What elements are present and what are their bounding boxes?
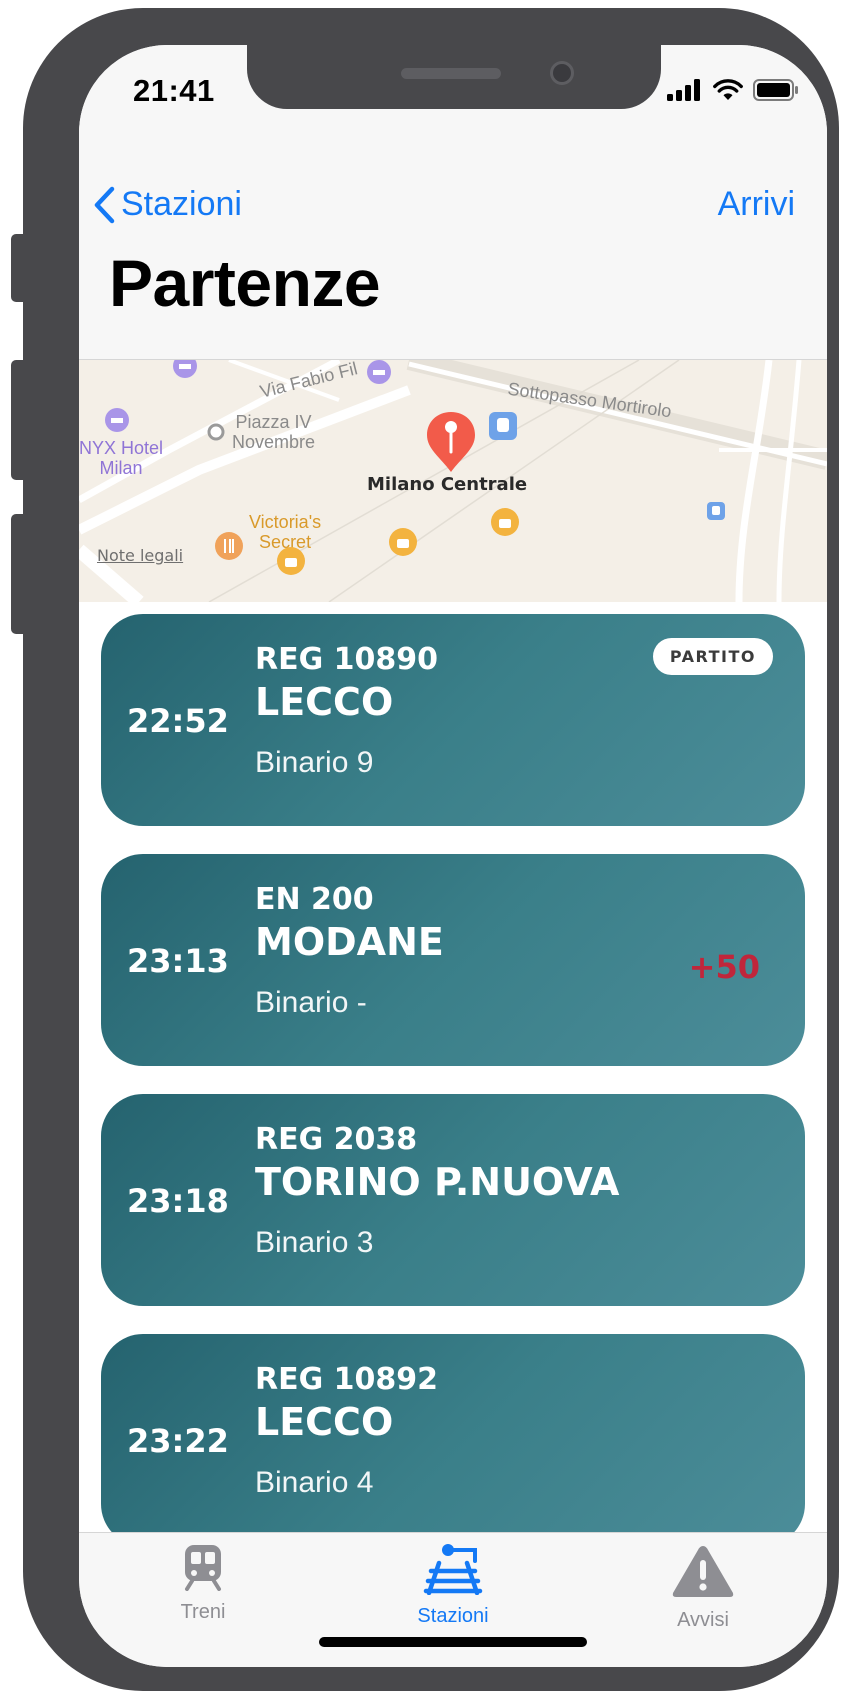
train-code: EN 200 bbox=[255, 882, 374, 917]
battery-icon bbox=[753, 79, 799, 105]
platform: Binario 3 bbox=[255, 1226, 374, 1259]
status-time: 21:41 bbox=[133, 73, 215, 108]
platform: Binario 9 bbox=[255, 746, 374, 779]
hotel-poi-icon bbox=[367, 360, 391, 388]
departure-card[interactable]: 23:13 EN 200 MODANE Binario - +50 bbox=[101, 854, 805, 1066]
screen: 21:41 Stazioni Arrivi Partenze Via Fabio… bbox=[79, 45, 827, 1667]
tab-treni-label: Treni bbox=[180, 1601, 226, 1623]
train-code: REG 10890 bbox=[255, 642, 439, 677]
navigation-bar: Stazioni Arrivi Partenze bbox=[79, 135, 827, 360]
platform: Binario - bbox=[255, 986, 367, 1019]
departure-card[interactable]: 22:52 REG 10890 LECCO Binario 9 PARTITO bbox=[101, 614, 805, 826]
shopping-poi-icon bbox=[491, 508, 519, 540]
cellular-signal-icon bbox=[667, 79, 703, 105]
hotel-poi-icon bbox=[105, 408, 129, 436]
home-indicator[interactable] bbox=[319, 1637, 587, 1647]
map-label-victoria: Victoria's Secret bbox=[249, 512, 321, 552]
bus-poi-icon bbox=[707, 502, 725, 524]
destination: LECCO bbox=[255, 680, 394, 724]
departures-list[interactable]: 22:52 REG 10890 LECCO Binario 9 PARTITO … bbox=[79, 602, 827, 1532]
departure-card[interactable]: 23:18 REG 2038 TORINO P.NUOVA Binario 3 bbox=[101, 1094, 805, 1306]
tab-treni[interactable]: Treni bbox=[123, 1543, 283, 1624]
map-station-name: Milano Centrale bbox=[367, 474, 528, 495]
map-label-piazza: Piazza IV Novembre bbox=[232, 412, 315, 452]
legal-notes-link[interactable]: Note legali bbox=[97, 546, 183, 565]
restaurant-poi-icon bbox=[215, 532, 243, 564]
back-button[interactable]: Stazioni bbox=[93, 185, 242, 224]
status-badge: PARTITO bbox=[652, 638, 773, 675]
train-icon bbox=[185, 1545, 221, 1591]
shopping-poi-icon bbox=[277, 547, 305, 579]
shopping-poi-icon bbox=[389, 528, 417, 560]
hotel-poi-icon bbox=[173, 360, 197, 382]
departure-time: 23:13 bbox=[127, 942, 229, 980]
notch bbox=[247, 45, 661, 109]
back-button-label: Stazioni bbox=[121, 185, 242, 223]
page-title: Partenze bbox=[109, 246, 381, 320]
map-label-victoria-line1: Victoria's bbox=[249, 512, 322, 532]
tab-stazioni[interactable]: Stazioni bbox=[373, 1543, 533, 1628]
chevron-left-icon bbox=[94, 186, 115, 223]
departure-time: 23:22 bbox=[127, 1422, 229, 1460]
destination: MODANE bbox=[255, 920, 444, 964]
map-label-piazza-line2: Novembre bbox=[232, 432, 316, 452]
metro-poi-icon bbox=[489, 412, 517, 444]
platform: Binario 4 bbox=[255, 1466, 374, 1499]
train-code: REG 10892 bbox=[255, 1362, 439, 1397]
map-label-hotel-line1: NYX Hotel bbox=[79, 438, 164, 458]
tab-avvisi[interactable]: Avvisi bbox=[623, 1543, 783, 1632]
wifi-icon bbox=[713, 79, 743, 105]
departure-time: 22:52 bbox=[127, 702, 229, 740]
departure-time: 23:18 bbox=[127, 1182, 229, 1220]
delay-indicator: +50 bbox=[688, 948, 760, 986]
railway-station-icon bbox=[423, 1544, 483, 1596]
warning-icon bbox=[672, 1546, 734, 1597]
destination: TORINO P.NUOVA bbox=[255, 1160, 620, 1204]
arrivi-button[interactable]: Arrivi bbox=[718, 185, 795, 224]
destination: LECCO bbox=[255, 1400, 394, 1444]
map-pin-icon[interactable] bbox=[423, 410, 479, 478]
status-icons bbox=[667, 79, 799, 105]
train-code: REG 2038 bbox=[255, 1122, 418, 1157]
map-label-piazza-line1: Piazza IV bbox=[235, 412, 312, 432]
front-camera bbox=[550, 61, 574, 85]
tab-avvisi-label: Avvisi bbox=[677, 1609, 729, 1631]
map-label-hotel: NYX Hotel Milan bbox=[79, 438, 163, 478]
tab-stazioni-label: Stazioni bbox=[417, 1605, 489, 1627]
departure-card[interactable]: 23:22 REG 10892 LECCO Binario 4 bbox=[101, 1334, 805, 1532]
map-label-hotel-line2: Milan bbox=[99, 458, 143, 478]
station-map[interactable]: Via Fabio Fil Sottopasso Mortirolo Piazz… bbox=[79, 360, 827, 602]
phone-frame: 21:41 Stazioni Arrivi Partenze Via Fabio… bbox=[23, 8, 839, 1691]
earpiece-speaker bbox=[401, 68, 501, 79]
